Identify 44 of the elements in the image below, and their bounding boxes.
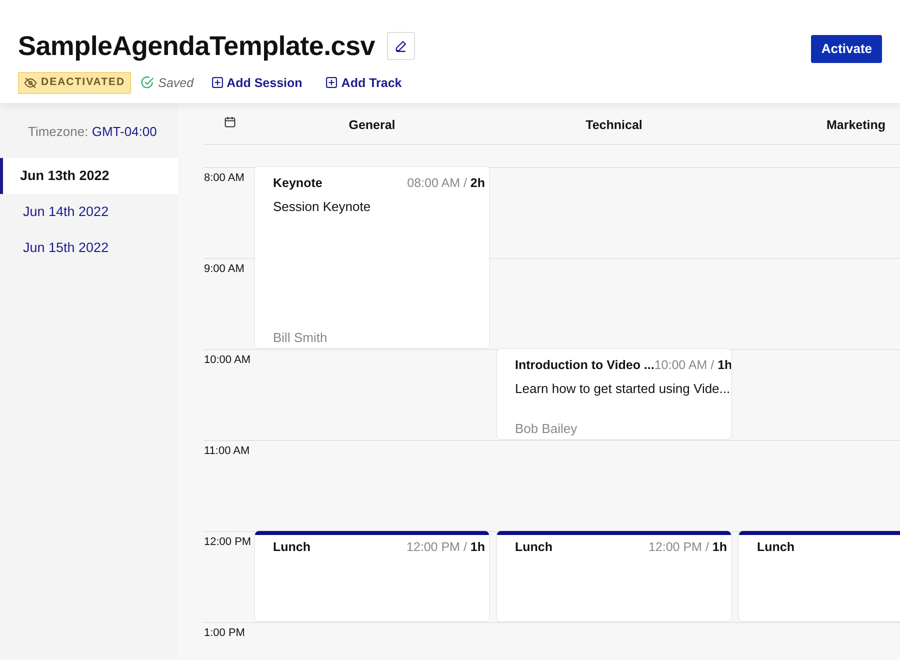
break-card[interactable]: Lunch [739, 531, 900, 621]
time-label: 12:00 PM [204, 535, 252, 550]
session-description: Learn how to get started using Vide... [515, 380, 727, 398]
session-title: Lunch [273, 539, 310, 556]
save-status: Saved [158, 74, 194, 92]
break-card[interactable]: Lunch 12:00 PM / 1h [497, 531, 731, 621]
time-label: 10:00 AM [204, 353, 250, 368]
session-time: 12:00 PM / 1h [406, 539, 485, 556]
check-circle-icon [141, 76, 154, 90]
time-label: 11:00 AM [204, 444, 250, 459]
plus-square-icon [212, 77, 223, 88]
session-title: Introduction to Video ... [515, 357, 654, 374]
add-link[interactable]: Add Track [326, 74, 402, 92]
edit-button[interactable] [386, 32, 415, 60]
track-header: Technical [586, 117, 642, 134]
date-tab[interactable]: Jun 14th 2022 [0, 194, 178, 230]
session-title: Lunch [757, 539, 794, 556]
eye-slash-icon [24, 76, 37, 89]
session-card[interactable]: Introduction to Video ...10:00 AM / 1h Learn how to get started using Vide... Bob Bailey [497, 349, 731, 439]
speaker-name: Bill Smith [273, 328, 328, 346]
session-title: Lunch [515, 539, 552, 556]
session-title: Keynote [273, 175, 322, 192]
time-label: 1:00 PM [204, 626, 245, 641]
session-time: 12:00 PM / 1h [648, 539, 727, 556]
track-header: Marketing [826, 117, 886, 134]
activate-button[interactable]: Activate [811, 35, 882, 63]
session-time: 10:00 AM / 1h [654, 357, 731, 374]
session-description: Session Keynote [273, 198, 372, 216]
file-title: SampleAgendaTemplate.csv [18, 30, 375, 63]
plus-square-icon [326, 77, 338, 88]
session-time: 08:00 AM / 2h [407, 175, 485, 192]
timezone-label: Timezone: GMT-04:00 [27, 123, 158, 141]
date-tab[interactable]: Jun 15th 2022 [0, 230, 178, 266]
speaker-name: Bob Bailey [515, 420, 578, 438]
time-label: 9:00 AM [204, 262, 244, 277]
date-tab[interactable]: Jun 13th 2022 [0, 158, 178, 194]
session-card[interactable]: Keynote 08:00 AM / 2h Session Keynote Bill Smith [255, 167, 489, 348]
break-card[interactable]: Lunch 12:00 PM / 1h [255, 531, 489, 621]
calendar-icon [224, 116, 236, 128]
add-link[interactable]: Add Session [212, 74, 302, 92]
status-badge: DEACTIVATED [18, 72, 132, 94]
pencil-icon [394, 40, 408, 52]
time-label: 8:00 AM [204, 171, 244, 186]
track-header: General [348, 117, 396, 134]
